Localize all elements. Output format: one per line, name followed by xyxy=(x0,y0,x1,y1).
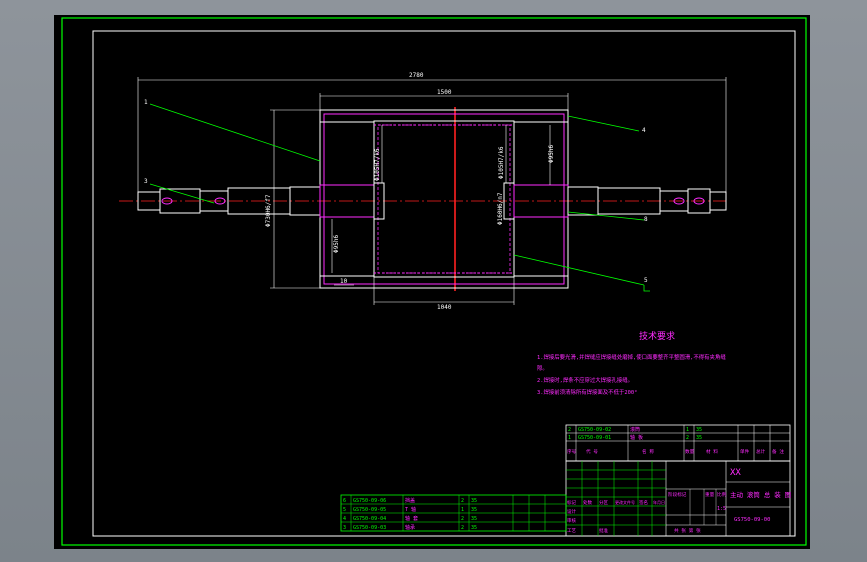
lower-row-1-no: 6 xyxy=(343,498,346,504)
tb-drawing-name: 主动 滚筒 总 装 图 xyxy=(730,490,791,499)
tech-req-title: 技术要求 xyxy=(639,330,675,342)
upper-row-1-mat: 35 xyxy=(696,427,702,433)
tb-label-change: 更改文件号 xyxy=(615,499,635,505)
upper-row-2-code: GS750-09-01 xyxy=(578,435,611,441)
drum-body xyxy=(319,109,569,289)
lower-row-3-name: 轴 套 xyxy=(405,515,418,522)
header-no: 序号 xyxy=(567,448,577,455)
lower-row-4-name: 轴承 xyxy=(405,524,415,531)
tb-label-mark: 标记 xyxy=(567,499,576,506)
parts-list-upper: 2 GS750-09-02 滚筒 1 35 1 GS750-09-01 轴 板 … xyxy=(565,424,791,462)
dim-inner-dia: Φ160H6/n7 xyxy=(497,192,504,225)
tb-scale-label: 比例 xyxy=(717,491,727,498)
tech-req-item-2: 2.焊接时,焊条不应穿过大焊接孔接缝。 xyxy=(537,376,633,384)
title-block: 标记 处数 分区 更改文件号 签名 年月日 设计 审核 工艺 批准 阶段标记 重… xyxy=(565,460,791,537)
parts-list-lower: 6 GS750-09-06 挡盖 2 35 5 GS750-09-05 T 轴 … xyxy=(340,494,567,532)
balloon-5: 5 xyxy=(644,277,648,284)
tech-req-item-1b: 隙。 xyxy=(537,364,548,372)
tb-role-approve: 批准 xyxy=(599,527,608,534)
dim-bore-left: Φ105H7/k6 xyxy=(374,148,381,181)
dim-bottom-length: 1040 xyxy=(437,304,452,311)
dim-drum-diameter: Φ730H6/f7 xyxy=(265,194,272,227)
tb-label-sign: 签名 xyxy=(639,499,648,506)
lower-row-4-mat: 35 xyxy=(471,525,477,531)
header-total: 总计 xyxy=(756,448,766,455)
drawing-viewport[interactable]: 2780 1500 1040 10 Φ730H6/f7 Φ105H7/k6 Φ1… xyxy=(54,15,810,549)
lower-row-2-mat: 35 xyxy=(471,507,477,513)
upper-row-1-qty: 1 xyxy=(686,427,689,433)
header-remark: 备 注 xyxy=(772,448,784,455)
header-name: 名 称 xyxy=(642,448,654,455)
lower-row-3-code: GS750-09-04 xyxy=(353,516,386,522)
balloon-4: 4 xyxy=(642,127,646,134)
lower-row-4-code: GS750-09-03 xyxy=(353,525,386,531)
tb-scale-value: 1:5 xyxy=(717,506,726,512)
header-code: 代 号 xyxy=(586,448,598,455)
lower-row-3-qty: 2 xyxy=(461,516,464,522)
balloon-3: 3 xyxy=(144,178,148,185)
dim-overall-length: 2780 xyxy=(409,72,424,79)
header-mat: 材 料 xyxy=(706,448,718,455)
lower-row-2-no: 5 xyxy=(343,507,346,513)
upper-row-2-no: 1 xyxy=(568,435,571,441)
header-unit: 单件 xyxy=(740,448,750,455)
balloon-8: 8 xyxy=(644,216,648,223)
lower-row-3-no: 4 xyxy=(343,516,346,522)
dim-drum-length: 1500 xyxy=(437,89,452,96)
dim-shaft-left: Φ95h6 xyxy=(333,235,340,253)
leader-lines xyxy=(149,103,650,292)
tb-company: XX xyxy=(730,468,741,478)
tech-req-item-1: 1.焊接后要光滑,并焊缝应焊接缝处磨掉,使口面要整齐平整圆滑,不得有夹角缝 xyxy=(537,353,726,361)
lower-row-4-qty: 2 xyxy=(461,525,464,531)
dim-shaft-right: Φ95h6 xyxy=(548,145,555,163)
tb-sheet-label: 共 张 第 张 xyxy=(674,527,701,534)
tb-drawing-no: GS750-09-00 xyxy=(734,517,770,523)
tb-role-review: 审核 xyxy=(567,517,576,524)
upper-row-1-no: 2 xyxy=(568,427,571,433)
upper-row-2-qty: 2 xyxy=(686,435,689,441)
lower-row-2-code: GS750-09-05 xyxy=(353,507,386,513)
upper-row-2-name: 轴 板 xyxy=(630,434,643,441)
tb-label-count: 处数 xyxy=(583,499,592,506)
sheet-frame xyxy=(61,17,807,546)
tb-label-date: 年月日 xyxy=(653,499,665,505)
tech-req-item-3: 3.焊接前须清除所有焊接面及不低于200° xyxy=(537,388,637,396)
lower-row-1-code: GS750-09-06 xyxy=(353,498,386,504)
lower-row-2-qty: 1 xyxy=(461,507,464,513)
tb-weight-label: 重量 xyxy=(705,491,715,498)
header-qty: 数量 xyxy=(685,448,695,455)
lower-row-1-qty: 2 xyxy=(461,498,464,504)
upper-row-1-code: GS750-09-02 xyxy=(578,427,611,433)
upper-row-2-mat: 35 xyxy=(696,435,702,441)
tb-role-design: 设计 xyxy=(567,508,576,515)
cad-drawing: 2780 1500 1040 10 Φ730H6/f7 Φ105H7/k6 Φ1… xyxy=(61,17,807,546)
dim-end-gap: 10 xyxy=(340,278,348,285)
tb-stage-label: 阶段标记 xyxy=(668,491,687,498)
dim-bore-right: Φ105H7/k6 xyxy=(498,146,505,179)
lower-row-1-mat: 35 xyxy=(471,498,477,504)
balloon-1: 1 xyxy=(144,99,148,106)
lower-row-3-mat: 35 xyxy=(471,516,477,522)
lower-row-2-name: T 轴 xyxy=(405,506,416,513)
upper-row-1-name: 滚筒 xyxy=(630,426,640,433)
tb-role-process: 工艺 xyxy=(567,528,576,534)
tb-label-zone: 分区 xyxy=(599,499,608,506)
lower-row-4-no: 3 xyxy=(343,525,346,531)
lower-row-1-name: 挡盖 xyxy=(405,497,415,504)
